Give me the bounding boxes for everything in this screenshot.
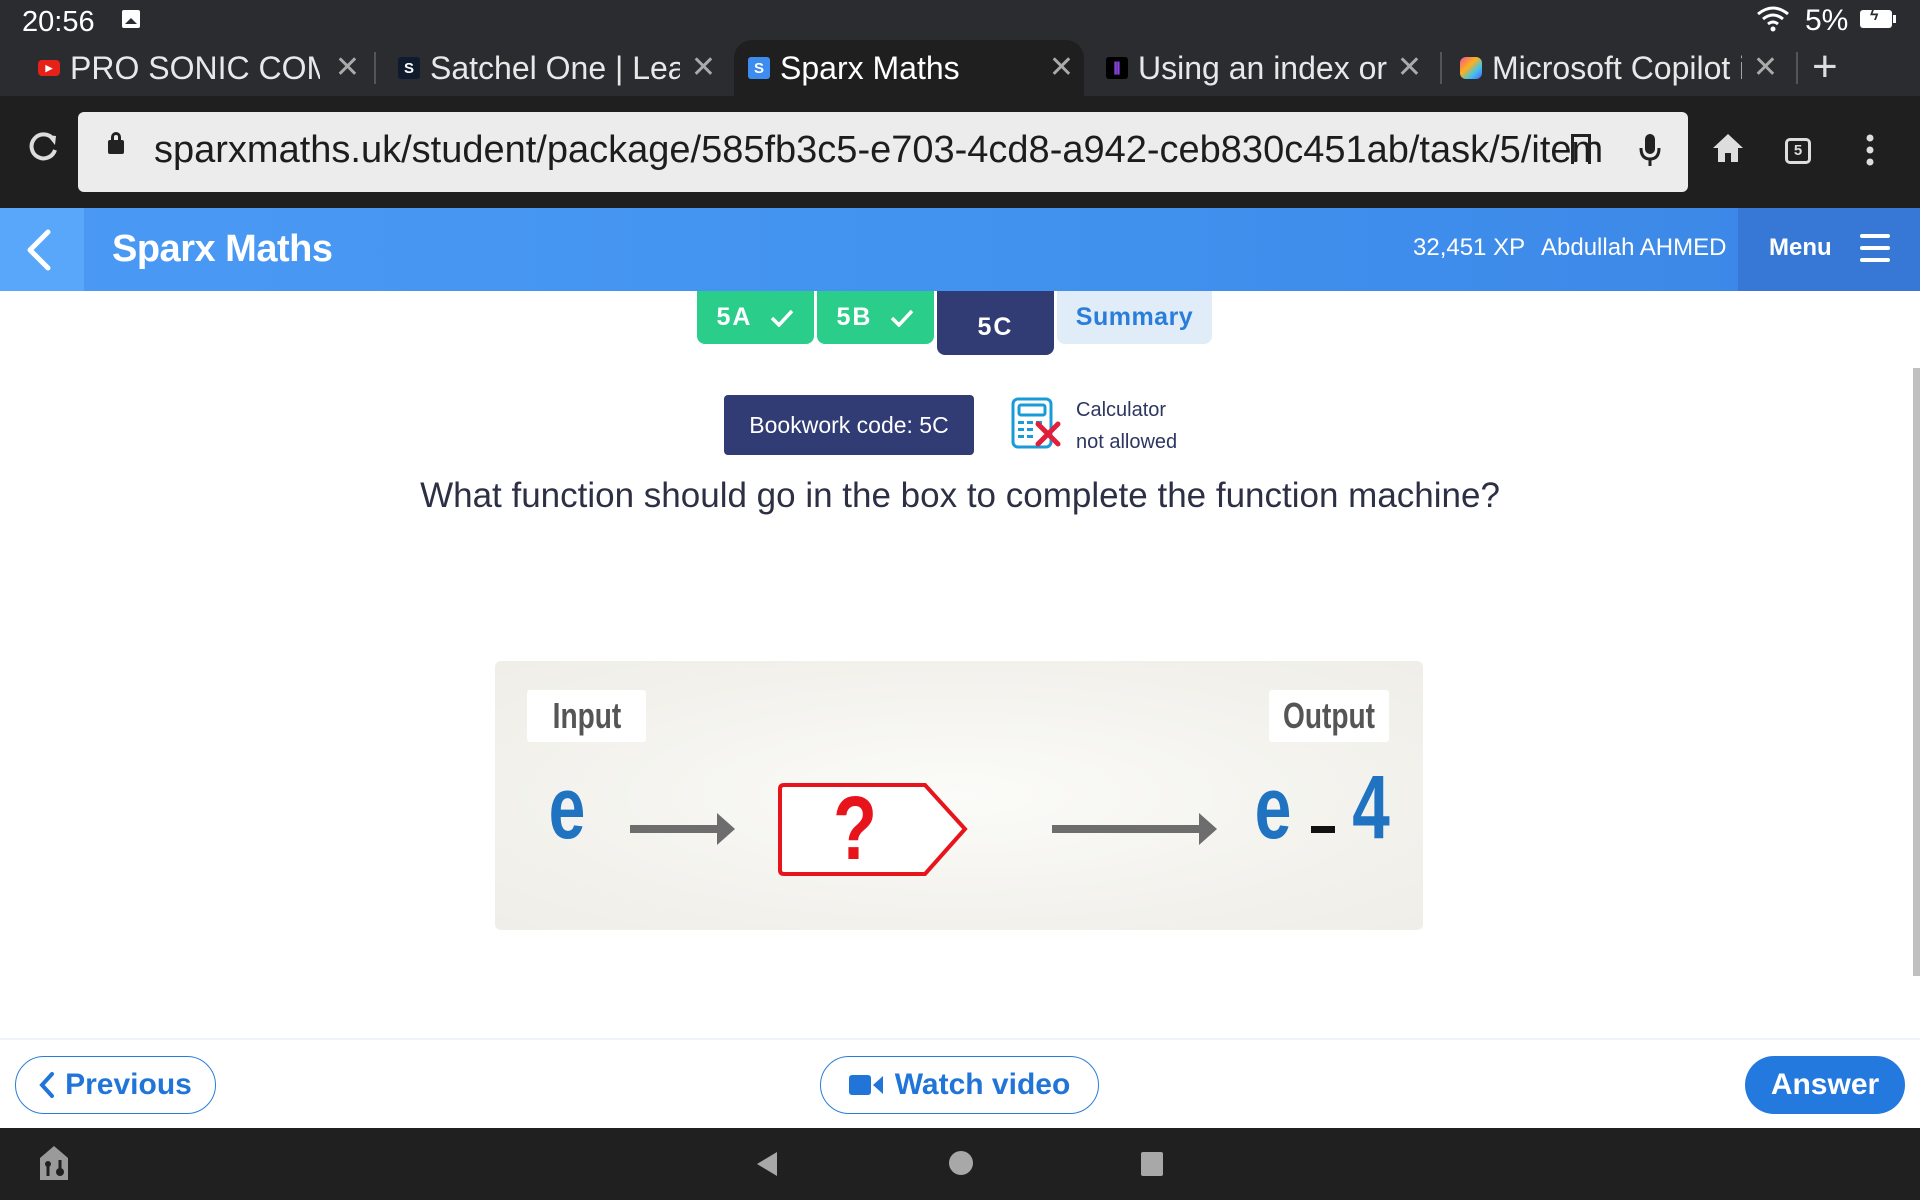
copilot-icon	[1460, 57, 1482, 79]
tab-label: Satchel One | Learn	[430, 49, 680, 86]
close-tab-icon[interactable]: ✕	[335, 50, 360, 85]
menu-label: Menu	[1769, 234, 1832, 261]
tab-label: Using an index or p	[1138, 49, 1388, 86]
watch-video-button[interactable]: Watch video	[820, 1056, 1099, 1114]
arrow-in	[630, 813, 735, 845]
tab-divider	[1796, 52, 1798, 84]
wifi-icon	[1757, 6, 1789, 32]
browser-tab-strip: ▶ PRO SONIC COMBO ✕ S Satchel One | Lear…	[0, 40, 1920, 96]
lock-icon	[108, 132, 124, 154]
task-tab-5b[interactable]: 5B	[817, 291, 934, 344]
app-title: Sparx Maths	[112, 228, 333, 270]
tab-label: PRO SONIC COMBO	[70, 49, 320, 86]
battery-percent: 5%	[1805, 4, 1849, 37]
tab-divider	[1440, 52, 1442, 84]
task-tab-label: 5A	[716, 303, 753, 331]
tab-divider	[374, 52, 376, 84]
bookwork-code-badge: Bookwork code: 5C	[724, 395, 974, 455]
close-tab-icon[interactable]: ✕	[1049, 50, 1074, 85]
tab-label: Sparx Maths	[780, 49, 960, 86]
task-tab-label: Summary	[1075, 303, 1194, 331]
calculator-allowed-text: not allowed	[1076, 431, 1178, 453]
image-notification-icon	[122, 10, 140, 28]
browser-tab[interactable]: Microsoft Copilot i ✕	[1460, 40, 1782, 96]
previous-button[interactable]: Previous	[15, 1056, 216, 1114]
menu-button[interactable]: Menu	[1738, 208, 1920, 291]
task-tab-summary[interactable]: Summary	[1057, 291, 1212, 344]
video-camera-icon	[848, 1073, 885, 1097]
task-tab-label: 5B	[836, 303, 873, 331]
watch-video-label: Watch video	[894, 1068, 1071, 1101]
input-value: e	[549, 760, 586, 857]
arrow-out	[1052, 813, 1217, 845]
bookmark-icon[interactable]	[1571, 134, 1591, 165]
satchel-icon: S	[398, 57, 420, 79]
chevron-left-icon	[27, 229, 51, 271]
function-machine-diagram: Input Output e ? e 4	[495, 661, 1423, 930]
check-icon	[891, 309, 914, 327]
tab-switcher-button[interactable]: 5	[1785, 138, 1811, 164]
back-nav-icon[interactable]	[755, 1150, 779, 1178]
task-tab-5a[interactable]: 5A	[697, 291, 814, 344]
browser-toolbar: sparxmaths.uk/student/package/585fb3c5-e…	[0, 96, 1920, 208]
chevron-left-icon	[39, 1071, 55, 1099]
new-tab-button[interactable]: +	[1812, 42, 1838, 92]
browser-tab-active[interactable]: S Sparx Maths ✕	[734, 40, 1084, 96]
calculator-label: Calculator	[1076, 399, 1167, 421]
check-icon	[771, 309, 794, 327]
book-icon: ⫼	[1106, 57, 1128, 79]
output-number: 4	[1352, 757, 1390, 858]
close-tab-icon[interactable]: ✕	[1397, 50, 1422, 85]
microphone-icon[interactable]	[1639, 132, 1661, 168]
output-minus-sign	[1311, 826, 1335, 833]
user-name[interactable]: Abdullah AHMED	[1541, 234, 1726, 262]
youtube-icon: ▶	[38, 60, 60, 76]
close-tab-icon[interactable]: ✕	[1753, 50, 1778, 85]
browser-tab[interactable]: ⫼ Using an index or p ✕	[1106, 40, 1426, 96]
calculator-status: Calculator not allowed	[1076, 394, 1177, 458]
battery-charging-icon: ϟ	[1860, 7, 1896, 28]
address-bar[interactable]: sparxmaths.uk/student/package/585fb3c5-e…	[78, 112, 1688, 192]
xp-counter: 32,451 XP	[1413, 234, 1526, 261]
tab-label: Microsoft Copilot i	[1492, 49, 1742, 86]
url-text[interactable]: sparxmaths.uk/student/package/585fb3c5-e…	[154, 129, 1624, 172]
sparx-icon: S	[748, 57, 770, 79]
status-bar: 20:56 5% ϟ	[0, 0, 1920, 40]
calculator-not-allowed-icon	[1011, 397, 1061, 449]
more-options-icon[interactable]	[1866, 134, 1874, 166]
back-button[interactable]	[0, 208, 84, 291]
page-scrollbar[interactable]	[1913, 368, 1920, 976]
footer-bar: Previous Watch video Answer	[0, 1038, 1920, 1128]
close-tab-icon[interactable]: ✕	[691, 50, 716, 85]
reload-icon[interactable]	[24, 128, 62, 166]
clock: 20:56	[22, 6, 95, 38]
answer-button[interactable]: Answer	[1745, 1056, 1905, 1114]
system-navigation-bar	[0, 1128, 1920, 1200]
accessibility-shortcut-icon[interactable]	[38, 1146, 70, 1182]
browser-tab[interactable]: ▶ PRO SONIC COMBO ✕	[38, 40, 364, 96]
function-box-value: ?	[833, 778, 877, 878]
app-header: Sparx Maths 32,451 XP Abdullah AHMED Men…	[0, 208, 1920, 291]
bookwork-code-text: Bookwork code: 5C	[749, 411, 949, 438]
previous-label: Previous	[65, 1068, 192, 1101]
recents-nav-icon[interactable]	[1140, 1151, 1164, 1177]
question-text: What function should go in the box to co…	[420, 476, 1500, 515]
home-nav-icon[interactable]	[948, 1150, 974, 1176]
output-variable: e	[1255, 760, 1292, 857]
task-tab-label: 5C	[977, 312, 1014, 341]
home-icon[interactable]	[1712, 132, 1744, 164]
browser-tab[interactable]: S Satchel One | Learn ✕	[398, 40, 720, 96]
hamburger-icon	[1860, 234, 1890, 270]
task-tab-5c[interactable]: 5C	[937, 291, 1054, 355]
answer-label: Answer	[1770, 1068, 1880, 1101]
